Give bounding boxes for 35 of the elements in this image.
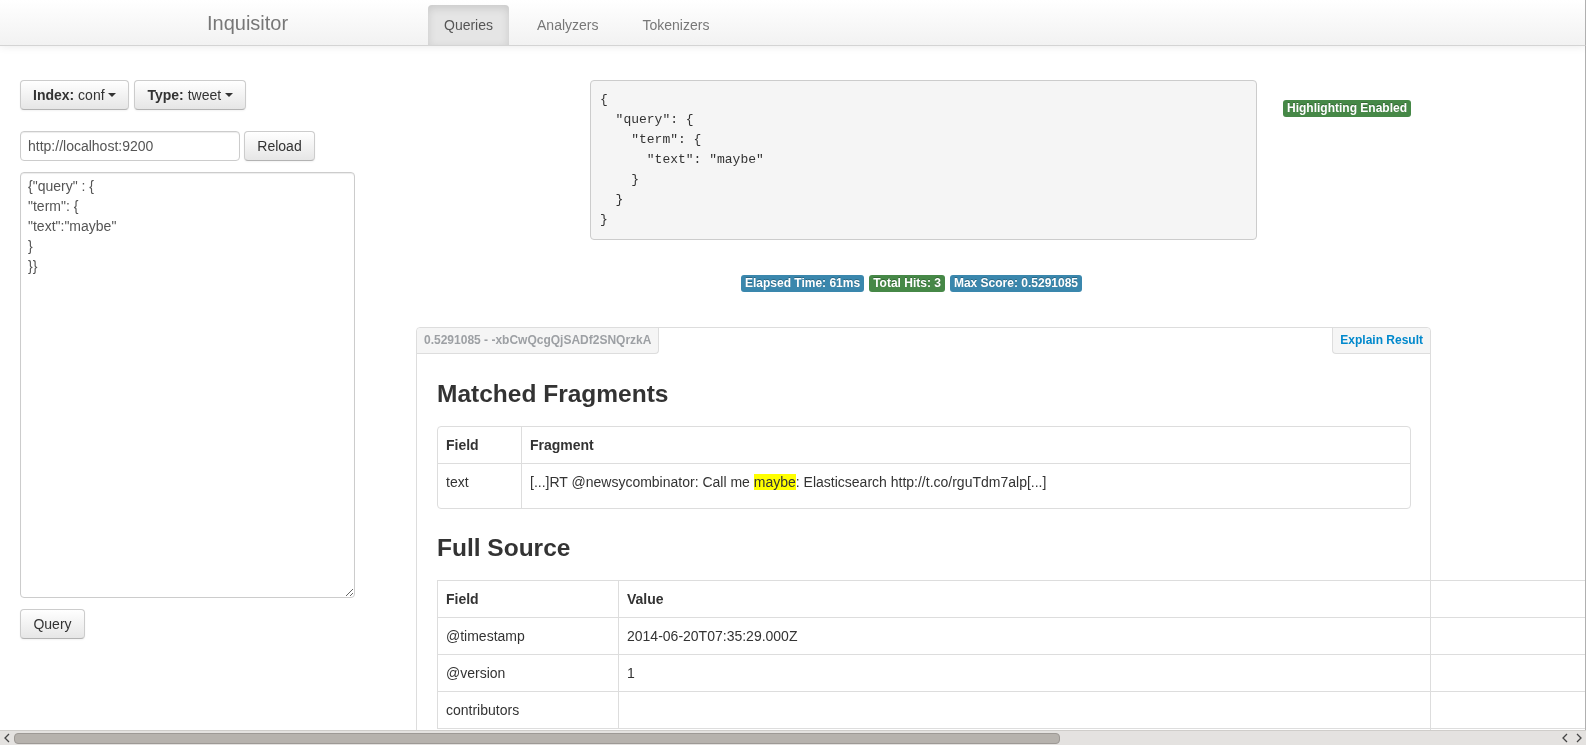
scroll-left-icon[interactable] [4, 733, 10, 743]
column-header: Field [437, 580, 619, 618]
dropdown-button[interactable]: Index: conf [20, 80, 130, 110]
table-cell: @version [437, 654, 619, 692]
table-cell: text [438, 463, 521, 508]
status-badge: Highlighting Enabled [1283, 100, 1411, 117]
table-cell: contributors [437, 691, 619, 729]
table-cell: [...]RT @newsycombinator: Call me maybe: Elasticsearch http://t.co/rguTdm7alp[...] [521, 463, 1410, 508]
section-heading: Matched Fragments [437, 379, 670, 409]
caret-icon [108, 93, 117, 97]
nav-tab[interactable]: Queries [428, 5, 510, 45]
stat-badge: Max Score: 0.5291085 [949, 275, 1082, 292]
horizontal-scrollbar[interactable] [0, 730, 1586, 745]
dropdown-button[interactable]: Type: tweet [134, 80, 247, 110]
caret-icon [225, 93, 234, 97]
stat-badge: Elapsed Time: 61ms [740, 275, 865, 292]
scroll-right-icon[interactable] [1576, 733, 1582, 743]
nav-tab[interactable]: Analyzers [521, 5, 615, 45]
query-textarea[interactable]: {"query" : { "term": { "text":"maybe" } }} [20, 172, 355, 598]
app-title: Inquisitor [207, 10, 290, 35]
stat-badge: Total Hits: 3 [869, 275, 945, 292]
column-header: Value [618, 580, 1585, 618]
result-title: 0.5291085 - -xbCwQcgQjSADf2SNQrzkA [417, 328, 660, 354]
column-header: Field [445, 436, 480, 455]
table-cell: @timestamp [437, 617, 619, 655]
explain-result-link[interactable]: Explain Result [1332, 328, 1430, 354]
reload-button[interactable]: Reload [244, 131, 315, 161]
nav-tab[interactable]: Tokenizers [626, 5, 726, 45]
scrollbar-thumb[interactable] [14, 732, 1060, 744]
column-header: Fragment [521, 427, 1410, 463]
url-field[interactable]: http://localhost:9200 [20, 131, 240, 161]
scroll-left-icon[interactable] [1562, 733, 1568, 743]
section-heading: Full Source [437, 533, 572, 563]
query-button[interactable]: Query [20, 609, 85, 639]
query-code-block: { "query": { "term": { "text": "maybe" } } } [590, 80, 1257, 240]
